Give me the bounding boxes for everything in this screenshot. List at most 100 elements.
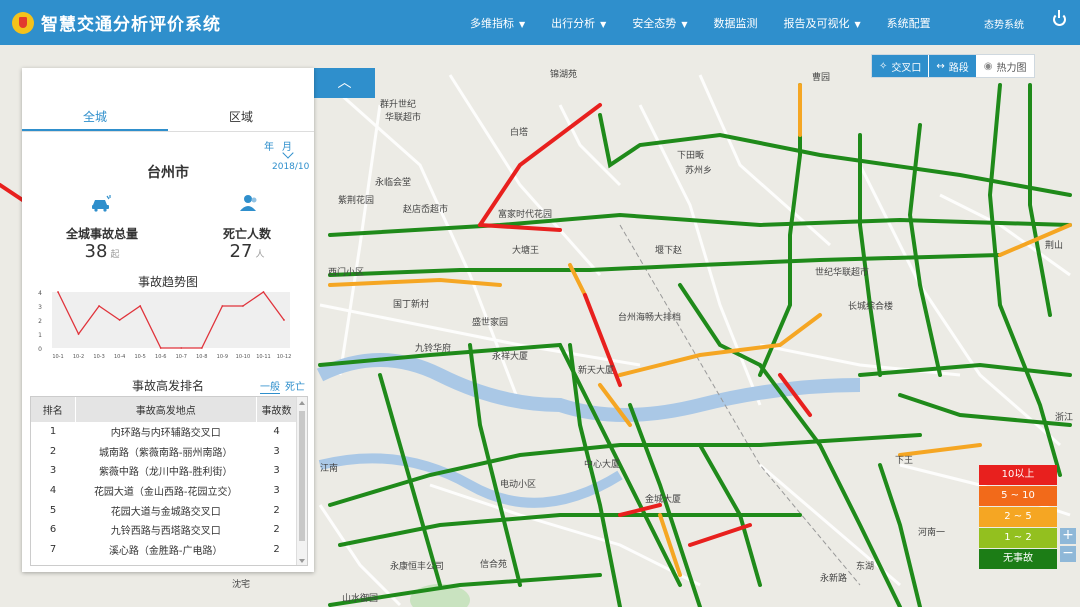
tab-region[interactable]: 区域 bbox=[168, 104, 314, 131]
data-point bbox=[118, 319, 121, 321]
map-label: 信合苑 bbox=[480, 560, 508, 570]
deaths-label: 死亡人数 bbox=[222, 227, 271, 241]
chart-plot-area bbox=[52, 292, 290, 348]
map-label: 苏州乡 bbox=[685, 166, 713, 176]
chevron-down-icon: ▼ bbox=[681, 19, 688, 29]
table-cell: 4 bbox=[273, 426, 280, 438]
data-point bbox=[77, 333, 80, 335]
segment-mode-button[interactable]: ↔ 路段 bbox=[929, 55, 977, 77]
intersection-mode-button[interactable]: ✧ 交叉口 bbox=[872, 55, 930, 77]
table-row[interactable]: 7 溪心路（金胜路-广电路） 2 bbox=[31, 540, 297, 560]
map-label: 山水御园 bbox=[342, 594, 379, 604]
map-label: 东湖 bbox=[856, 562, 875, 572]
data-point bbox=[262, 291, 265, 293]
panel-collapse-button[interactable]: ︿ bbox=[314, 68, 375, 98]
zoom-out-button[interactable]: − bbox=[1060, 546, 1076, 562]
menu-system-config[interactable]: 系统配置 bbox=[887, 15, 931, 31]
column-header: 事故数 bbox=[256, 397, 297, 422]
year-option[interactable]: 年 bbox=[264, 142, 274, 153]
ranking-filter: 一般 死亡 bbox=[260, 378, 310, 394]
x-tick-label: 10-5 bbox=[135, 354, 146, 360]
legend-item: 2 ~ 5 bbox=[979, 507, 1057, 527]
column-header: 排名 bbox=[31, 397, 76, 422]
table-row[interactable]: 3 紫薇中路（龙川中路-胜利街） 3 bbox=[31, 461, 297, 481]
table-row[interactable]: 5 花园大道与金城路交叉口 2 bbox=[31, 500, 297, 520]
app-root: 锦湖苑 华联超市 群升世纪 白塔 下田畈 苏州乡 永临会堂 赵店岙超市 紫荆花园… bbox=[0, 0, 1080, 607]
button-label: 交叉口 bbox=[891, 62, 922, 74]
heatmap-mode-button[interactable]: ◉ 热力图 bbox=[976, 55, 1034, 77]
map-label: 浙江 bbox=[1055, 413, 1074, 423]
x-tick-label: 10-12 bbox=[277, 354, 292, 360]
accident-stats-panel: 全城 区域 年月 2018/10 台州市 全城事故总量 38 起 死亡人数 27 人… bbox=[22, 68, 314, 572]
deaths-value: 27 人 bbox=[192, 241, 302, 262]
scroll-up-arrow-icon[interactable] bbox=[299, 401, 305, 405]
map-label: 堰下赵 bbox=[655, 246, 683, 256]
data-point bbox=[200, 347, 203, 349]
table-cell: 2 bbox=[273, 504, 280, 516]
map-label: 大塘王 bbox=[512, 246, 540, 256]
map-label: 中心大厦 bbox=[584, 460, 621, 470]
value-number: 27 bbox=[229, 241, 253, 262]
table-cell: 花园大道（金山西路-花园立交） bbox=[93, 487, 238, 499]
table-cell: 1 bbox=[49, 426, 57, 438]
x-tick-label: 10-4 bbox=[114, 354, 125, 360]
menu-safety-situation[interactable]: 安全态势 ▼ bbox=[632, 15, 687, 31]
map-label: 永康恒丰公司 bbox=[390, 562, 445, 572]
map-label: 九铃华府 bbox=[415, 344, 452, 354]
table-cell: 3 bbox=[273, 465, 280, 477]
filter-death[interactable]: 死亡 bbox=[285, 382, 305, 393]
legend-item: 10以上 bbox=[979, 465, 1057, 485]
scrollbar-thumb[interactable] bbox=[299, 411, 305, 541]
menu-label: 系统配置 bbox=[886, 16, 931, 30]
value-number: 38 bbox=[84, 241, 108, 262]
map-label: 群升世纪 bbox=[380, 100, 417, 110]
x-tick-label: 10-6 bbox=[155, 354, 166, 360]
map-label: 永新路 bbox=[820, 574, 848, 584]
map-label: 世纪华联超市 bbox=[815, 268, 870, 278]
table-cell: 紫薇中路（龙川中路-胜利街） bbox=[98, 467, 233, 479]
menu-label: 出行分析 bbox=[551, 16, 596, 30]
filter-general[interactable]: 一般 bbox=[260, 382, 280, 394]
menu-data-monitoring[interactable]: 数据监测 bbox=[713, 15, 757, 31]
table-scrollbar[interactable] bbox=[296, 397, 307, 565]
x-tick-label: 10-7 bbox=[176, 354, 187, 360]
column-header: 事故高发地点 bbox=[75, 397, 257, 422]
zoom-in-button[interactable]: + bbox=[1060, 528, 1076, 544]
menu-label: 安全态势 bbox=[632, 16, 677, 30]
power-icon[interactable] bbox=[1053, 10, 1066, 26]
city-name: 台州市 bbox=[147, 165, 189, 181]
table-cell: 5 bbox=[49, 504, 57, 516]
chevron-down-icon: ▼ bbox=[854, 19, 861, 29]
value-unit: 起 bbox=[110, 250, 120, 260]
situation-system-link[interactable]: 态势系统 bbox=[984, 16, 1024, 31]
legend-item: 1 ~ 2 bbox=[979, 528, 1057, 548]
tab-whole-city[interactable]: 全城 bbox=[22, 104, 168, 131]
data-point bbox=[57, 291, 59, 293]
person-icon bbox=[240, 195, 257, 211]
table-cell: 2 bbox=[273, 524, 280, 536]
table-row[interactable]: 2 城南路（紫薇南路-丽州南路） 3 bbox=[31, 442, 297, 462]
x-tick-label: 10-1 bbox=[52, 354, 63, 360]
scope-tabs: 全城 区域 bbox=[22, 104, 314, 132]
map-label: 江南 bbox=[320, 464, 339, 474]
legend-item: 5 ~ 10 bbox=[979, 486, 1057, 506]
map-label: 西门小区 bbox=[328, 268, 365, 278]
map-label: 锦湖苑 bbox=[550, 70, 578, 80]
menu-label: 数据监测 bbox=[713, 16, 758, 30]
table-row[interactable]: 4 花园大道（金山西路-花园立交） 3 bbox=[31, 481, 297, 501]
table-cell: 城南路（紫薇南路-丽州南路） bbox=[98, 447, 233, 459]
menu-multidimensional-indicators[interactable]: 多维指标 ▼ bbox=[470, 15, 525, 31]
map-label: 沈宅 bbox=[232, 580, 251, 590]
x-tick-label: 10-10 bbox=[236, 354, 251, 360]
button-label: 路段 bbox=[948, 62, 969, 74]
map-label: 永临会堂 bbox=[375, 178, 412, 188]
data-point bbox=[242, 305, 244, 307]
table-row[interactable]: 1 内环路与内环辅路交叉口 4 bbox=[31, 422, 297, 442]
menu-travel-analysis[interactable]: 出行分析 ▼ bbox=[551, 15, 606, 31]
map-label: 富家时代花园 bbox=[498, 210, 553, 220]
total-accidents-label: 全城事故总量 bbox=[65, 227, 138, 241]
scroll-down-arrow-icon[interactable] bbox=[299, 559, 305, 563]
table-cell: 3 bbox=[49, 465, 57, 477]
menu-reports-visualization[interactable]: 报告及可视化 ▼ bbox=[783, 15, 860, 31]
table-row[interactable]: 6 九铃西路与西塔路交叉口 2 bbox=[31, 520, 297, 540]
